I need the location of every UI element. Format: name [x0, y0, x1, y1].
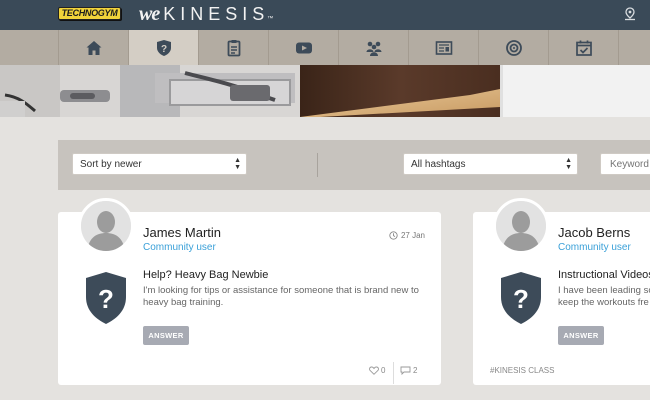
avatar[interactable]: [493, 198, 549, 254]
question-body: I'm looking for tips or assistance for s…: [143, 285, 419, 309]
question-body-line: I have been leading so: [558, 285, 650, 296]
comment-count-text: 2: [413, 366, 418, 375]
filter-bar: Sort by newer ▲ ▼ All hashtags ▲ ▼: [58, 140, 650, 190]
question-title[interactable]: Help? Heavy Bag Newbie: [143, 269, 268, 281]
hero-banner-image: [0, 65, 650, 117]
top-bar: TECHNOGYM we KINESIS ™: [0, 0, 650, 30]
post-card[interactable]: James Martin Community user 27 Jan ? Hel…: [58, 198, 441, 385]
author-name[interactable]: Jacob Berns: [558, 225, 630, 240]
question-shield-icon: ?: [501, 272, 541, 324]
nav-more[interactable]: [618, 30, 650, 65]
brand-trademark: ™: [267, 16, 274, 22]
hashtag-select[interactable]: All hashtags ▲ ▼: [403, 153, 578, 175]
post-date-text: 27 Jan: [400, 231, 425, 240]
target-icon: [505, 39, 522, 56]
like-count[interactable]: 0: [369, 366, 385, 375]
avatar[interactable]: [78, 198, 134, 254]
location-pin-icon[interactable]: [623, 7, 637, 23]
nav-news[interactable]: [408, 30, 478, 65]
question-shield-icon: ?: [86, 272, 126, 324]
comment-icon: [400, 366, 411, 375]
post-date: 27 Jan: [389, 231, 425, 240]
select-arrows-icon: ▲ ▼: [565, 157, 572, 171]
comment-count[interactable]: 2: [400, 366, 417, 375]
author-name[interactable]: James Martin: [143, 225, 221, 240]
sort-select[interactable]: Sort by newer ▲ ▼: [72, 153, 247, 175]
nav-community[interactable]: [338, 30, 408, 65]
question-body-line: keep the workouts fre: [558, 297, 649, 308]
svg-text:?: ?: [160, 44, 166, 55]
calendar-check-icon: [575, 40, 592, 56]
nav-home[interactable]: [58, 30, 128, 65]
sort-select-value: Sort by newer: [80, 159, 142, 170]
main-nav: ?: [0, 30, 650, 65]
home-icon: [86, 40, 101, 55]
author-role: Community user: [143, 242, 216, 253]
clock-icon: [389, 231, 398, 240]
like-count-text: 0: [381, 366, 386, 375]
wekinesis-logo[interactable]: we KINESIS ™: [139, 3, 273, 25]
select-arrows-icon: ▲ ▼: [234, 157, 241, 171]
question-body-line: I'm looking for tips or assistance for s…: [143, 285, 419, 296]
nav-programs[interactable]: [198, 30, 268, 65]
question-body-line: heavy bag training.: [143, 297, 224, 308]
svg-text:?: ?: [98, 284, 114, 314]
community-icon: [366, 41, 381, 56]
answer-button[interactable]: ANSWER: [558, 326, 604, 345]
answer-button[interactable]: ANSWER: [143, 326, 189, 345]
heart-icon: [369, 366, 379, 375]
technogym-logo[interactable]: TECHNOGYM: [58, 7, 121, 20]
user-silhouette-icon: [496, 201, 546, 251]
technogym-logo-text: TECHNOGYM: [61, 8, 118, 18]
nav-calendar[interactable]: [548, 30, 618, 65]
hashtag-select-value: All hashtags: [411, 159, 466, 170]
news-icon: [435, 40, 452, 55]
brand-we: we: [139, 3, 160, 25]
video-play-icon: [295, 42, 312, 53]
nav-questions[interactable]: ?: [128, 30, 198, 65]
question-body: I have been leading so keep the workouts…: [558, 285, 650, 309]
author-role: Community user: [558, 242, 631, 253]
user-silhouette-icon: [81, 201, 131, 251]
filter-divider: [317, 153, 318, 177]
question-shield-icon: ?: [156, 39, 171, 56]
brand-name: KINESIS: [163, 4, 270, 24]
nav-videos[interactable]: [268, 30, 338, 65]
stat-divider: [393, 362, 394, 384]
keyword-input[interactable]: [600, 153, 650, 175]
clipboard-icon: [227, 39, 240, 56]
svg-text:?: ?: [513, 284, 529, 314]
nav-goals[interactable]: [478, 30, 548, 65]
post-card[interactable]: Jacob Berns Community user ? Instruction…: [473, 198, 650, 385]
post-hashtag[interactable]: #KINESIS CLASS: [490, 366, 554, 375]
question-title[interactable]: Instructional Videos: [558, 269, 650, 281]
